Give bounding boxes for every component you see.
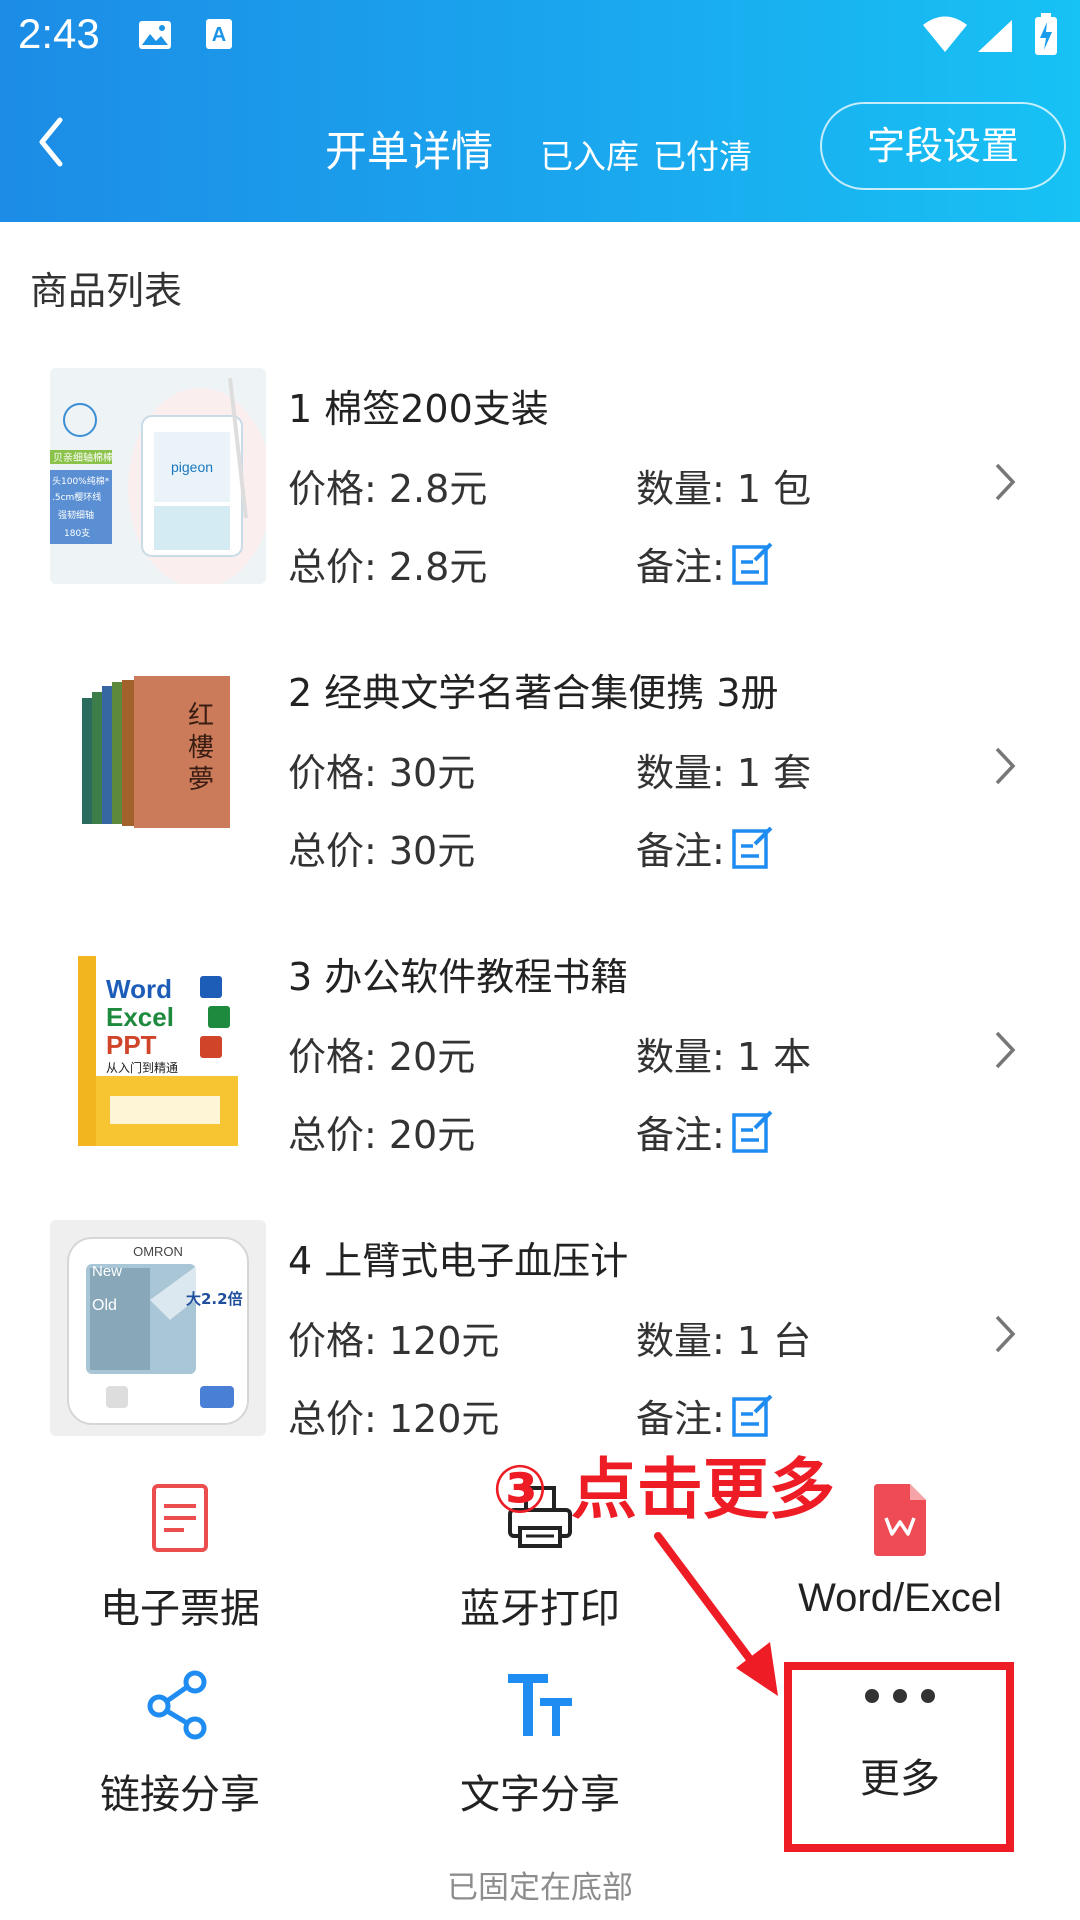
note-label: 备注: (636, 545, 725, 589)
pinned-bottom-text: 已固定在底部 (447, 1870, 633, 1906)
edit-note-icon[interactable] (731, 826, 773, 870)
svg-text:PPT: PPT (106, 1030, 157, 1060)
status-bar: 2:43 A (0, 0, 1080, 80)
svg-text:Word: Word (106, 974, 172, 1004)
brand-label: pigeon (171, 459, 213, 475)
annotation-highlight-box (784, 1662, 1014, 1852)
edit-note-icon[interactable] (731, 1394, 773, 1438)
svg-text:头100%纯棉*: 头100%纯棉* (52, 475, 110, 487)
edit-note-icon[interactable] (731, 542, 773, 586)
page-title: 开单详情 (325, 127, 494, 176)
wps-document-icon (874, 1484, 926, 1556)
navbar: 开单详情 已入库 已付清 字段设置 (0, 92, 1080, 202)
note-label: 备注: (636, 829, 725, 873)
product-list-header: 商品列表 (0, 222, 1080, 346)
gallery-icon (139, 21, 171, 49)
stocked-status: 已入库 (540, 137, 639, 176)
product-name: 4 上臂式电子血压计 (288, 1239, 629, 1283)
svg-text:夢: 夢 (188, 765, 214, 795)
app-header: 2:43 A 开单详情 已入库 已付清 字段设置 (0, 0, 1080, 222)
note-label: 备注: (636, 1113, 725, 1157)
product-note: 备注: (636, 1104, 773, 1159)
text-type-icon (508, 1674, 572, 1736)
product-price: 价格: 20元 (288, 1035, 476, 1079)
blood-pressure-monitor-image: OMRON New Old 大2.2倍 (50, 1220, 266, 1436)
product-price: 价格: 30元 (288, 751, 476, 795)
svg-text:New: New (92, 1263, 122, 1280)
link-share-button[interactable]: 链接分享 (0, 1670, 360, 1820)
book-cover-title-1: 红 (188, 701, 214, 731)
svg-text:Old: Old (92, 1297, 117, 1314)
product-list-title: 商品列表 (30, 269, 183, 313)
signal-icon (978, 20, 1012, 52)
product-note: 备注: (636, 536, 773, 591)
chevron-right-icon[interactable] (992, 744, 1018, 788)
product-row[interactable]: pigeon 贝亲细轴棉棒 头100%纯棉* .5cm樱环线 强韧细轴 180支… (0, 344, 1080, 630)
product-price: 价格: 120元 (288, 1319, 500, 1363)
product-total: 总价: 2.8元 (288, 545, 488, 589)
share-link-icon (147, 1670, 207, 1740)
product-price: 价格: 2.8元 (288, 467, 488, 511)
accessibility-a-icon: A (206, 19, 232, 49)
receipt-icon (152, 1484, 208, 1552)
back-arrow-icon[interactable] (34, 112, 74, 172)
product-name: 3 办公软件教程书籍 (288, 955, 629, 999)
product-row[interactable]: Word Excel PPT 从入门到精通 3 办公软件教程书籍 价格: 20元… (0, 912, 1080, 1198)
product-quantity: 数量: 1 包 (636, 467, 812, 511)
link-share-label: 链接分享 (100, 1772, 260, 1818)
svg-text:大2.2倍: 大2.2倍 (186, 1290, 243, 1308)
svg-text:A: A (212, 24, 226, 46)
svg-text:强韧细轴: 强韧细轴 (58, 509, 94, 521)
field-settings-button[interactable]: 字段设置 (820, 102, 1066, 190)
product-quantity: 数量: 1 本 (636, 1035, 812, 1079)
chevron-right-icon[interactable] (992, 1312, 1018, 1356)
order-status: 已入库 已付清 (540, 130, 766, 178)
svg-text:从入门到精通: 从入门到精通 (106, 1060, 178, 1075)
wifi-icon (923, 16, 967, 52)
e-receipt-button[interactable]: 电子票据 (0, 1482, 360, 1634)
e-receipt-label: 电子票据 (100, 1586, 260, 1632)
office-book-image: Word Excel PPT 从入门到精通 (50, 936, 266, 1152)
tutorial-annotation: ③ 点击更多 (492, 1451, 835, 1528)
battery-icon (1035, 13, 1057, 55)
product-name: 1 棉签200支装 (288, 387, 549, 431)
edit-note-icon[interactable] (731, 1110, 773, 1154)
product-note: 备注: (636, 820, 773, 875)
product-total: 总价: 20元 (288, 1113, 476, 1157)
product-note: 备注: (636, 1388, 773, 1443)
annotation-arrow-icon (654, 1532, 778, 1696)
chevron-right-icon[interactable] (992, 1028, 1018, 1072)
product-quantity: 数量: 1 台 (636, 1319, 812, 1363)
svg-text:贝亲细轴棉棒: 贝亲细轴棉棒 (53, 451, 113, 464)
product-name: 2 经典文学名著合集便携 3册 (288, 671, 779, 715)
product-total: 总价: 30元 (288, 829, 476, 873)
note-label: 备注: (636, 1397, 725, 1441)
svg-text:Excel: Excel (106, 1002, 174, 1032)
book-set-image: 红 樓 夢 (50, 652, 266, 868)
svg-text:180支: 180支 (64, 527, 90, 539)
svg-text:OMRON: OMRON (133, 1244, 183, 1259)
product-row[interactable]: 红 樓 夢 2 经典文学名著合集便携 3册 价格: 30元 数量: 1 套 总价… (0, 628, 1080, 914)
status-time: 2:43 (18, 10, 100, 57)
product-total: 总价: 120元 (288, 1397, 500, 1441)
chevron-right-icon[interactable] (992, 460, 1018, 504)
product-quantity: 数量: 1 套 (636, 751, 812, 795)
svg-text:樓: 樓 (188, 733, 214, 763)
paid-status: 已付清 (653, 137, 752, 176)
text-share-label: 文字分享 (460, 1772, 620, 1818)
cotton-swab-image: pigeon 贝亲细轴棉棒 头100%纯棉* .5cm樱环线 强韧细轴 180支 (50, 368, 266, 584)
svg-text:.5cm樱环线: .5cm樱环线 (52, 491, 101, 503)
